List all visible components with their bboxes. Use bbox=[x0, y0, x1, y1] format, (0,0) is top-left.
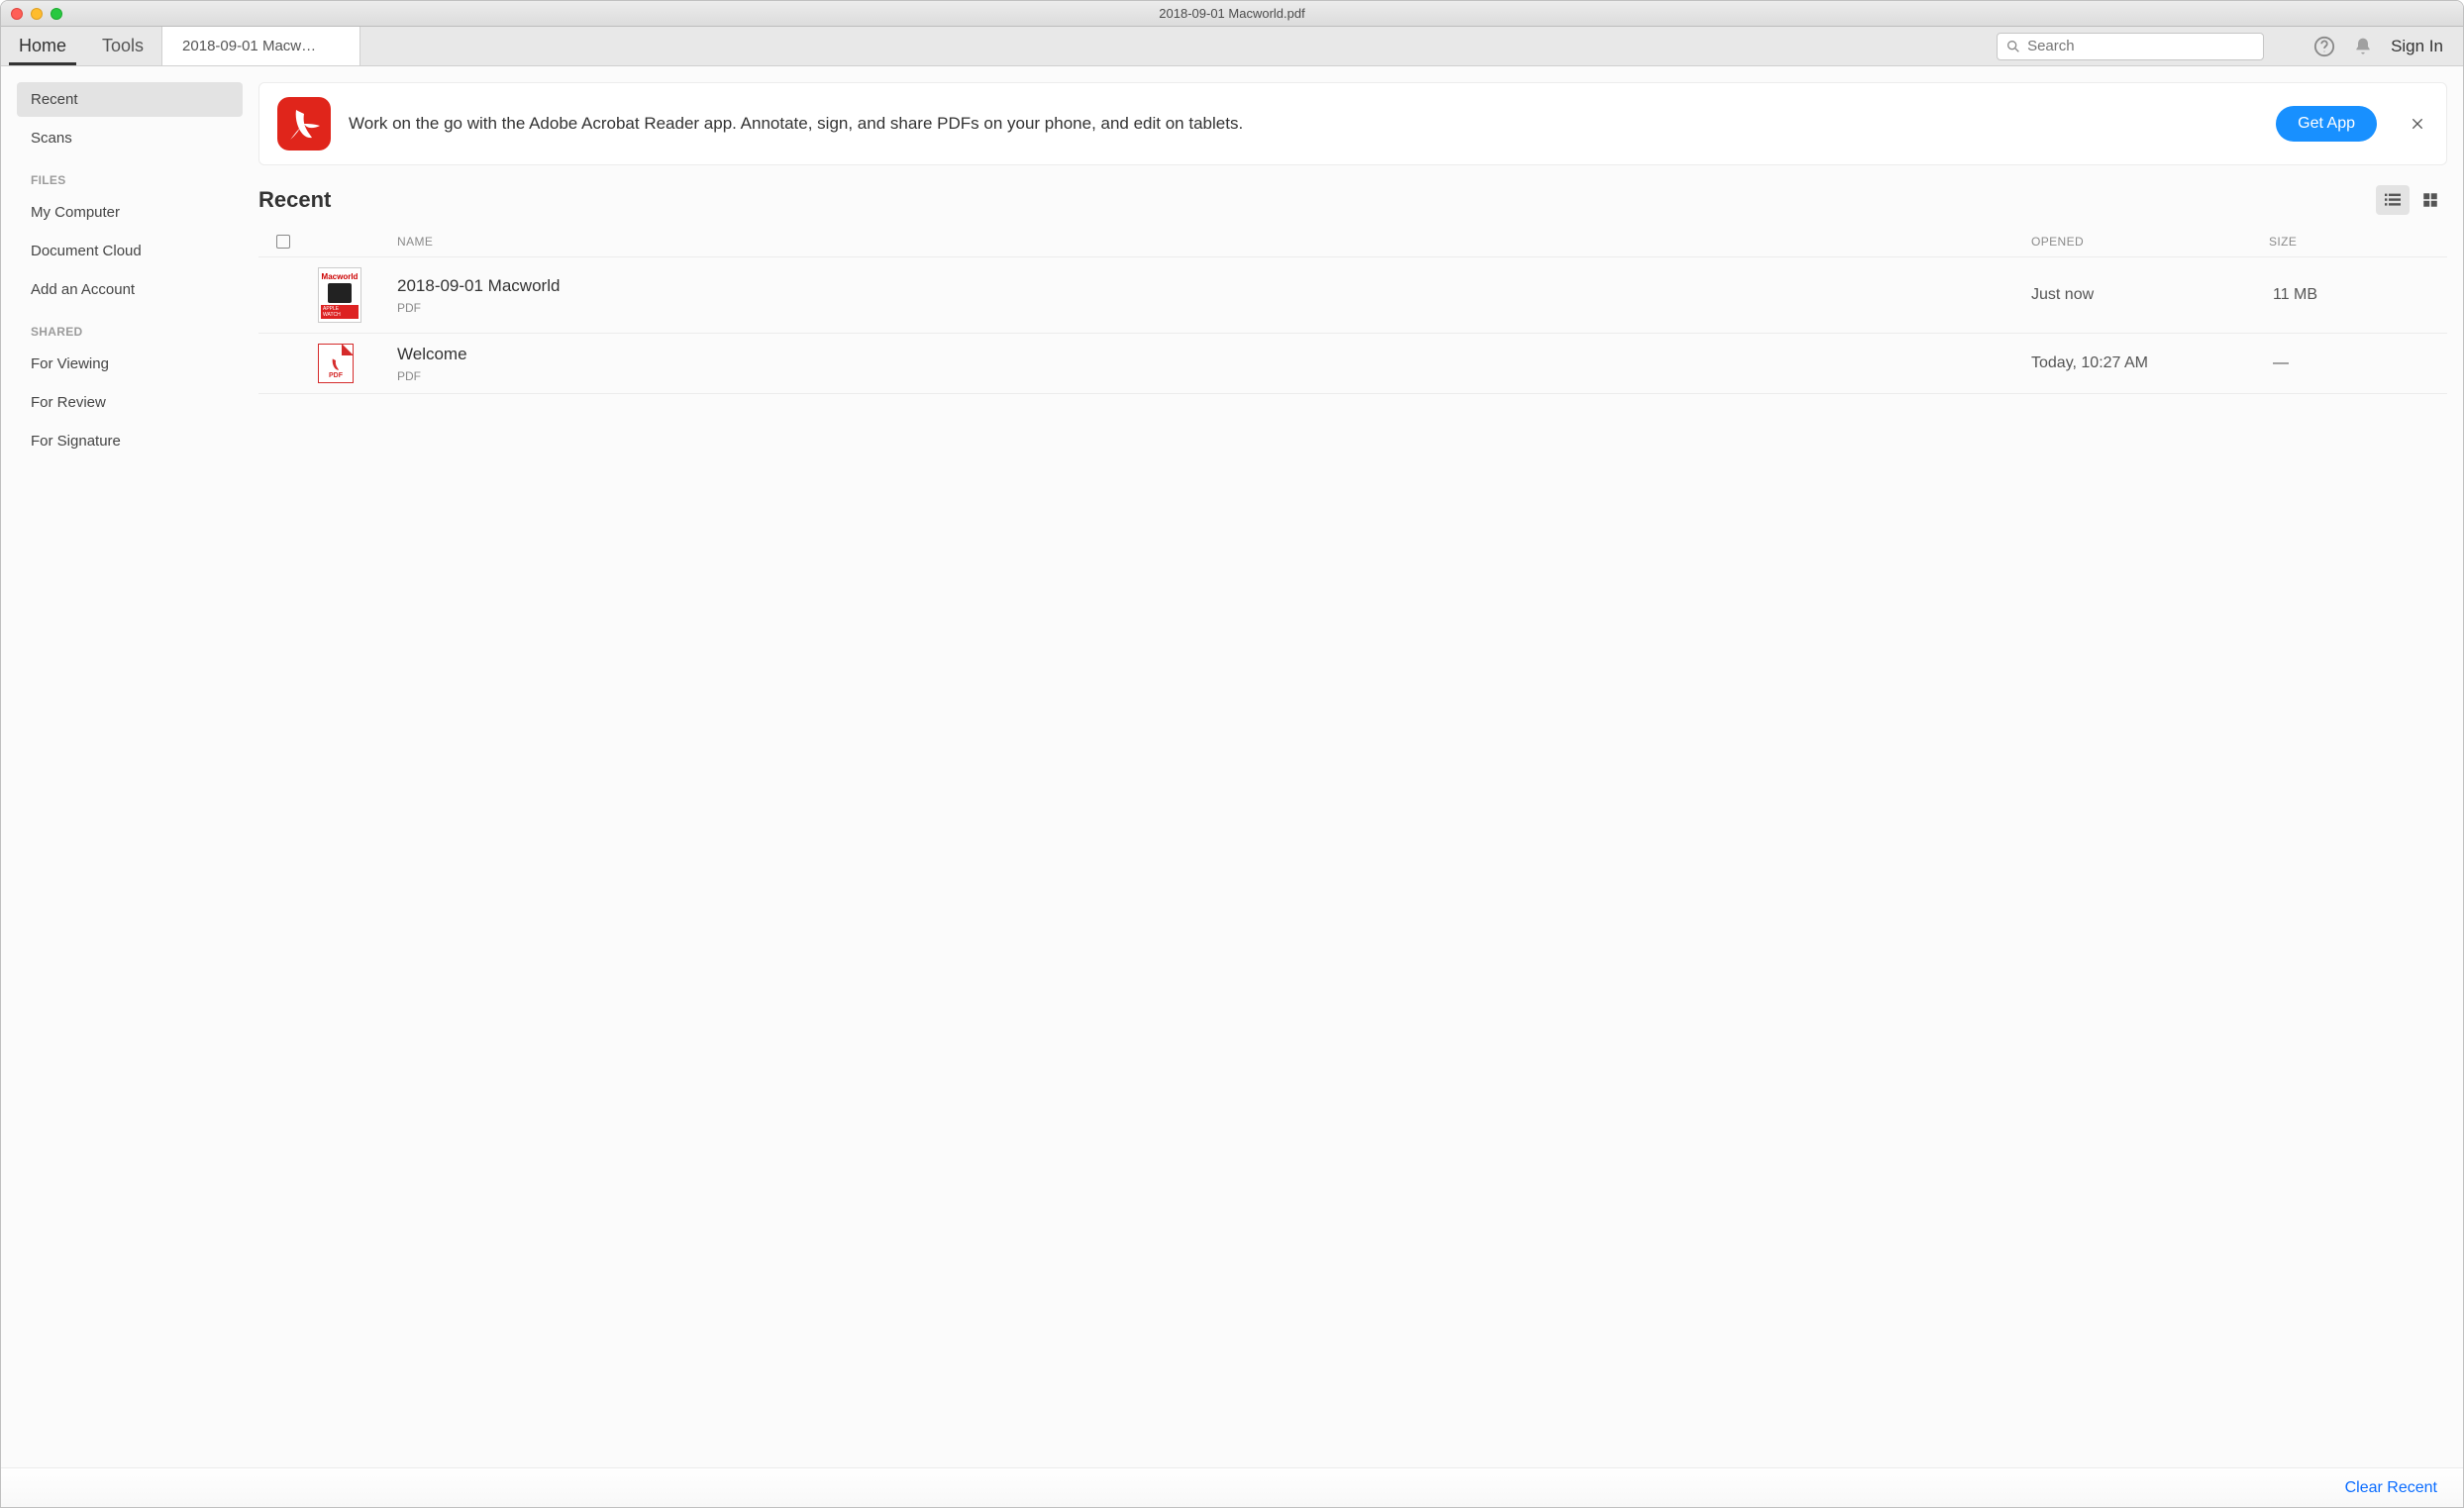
app-window: 2018-09-01 Macworld.pdf Home Tools 2018-… bbox=[0, 0, 2464, 1508]
file-size: — bbox=[2269, 354, 2447, 372]
traffic-lights bbox=[11, 8, 62, 20]
section-head: Recent bbox=[258, 185, 2447, 215]
tab-tools[interactable]: Tools bbox=[84, 27, 161, 65]
files-table: NAME OPENED SIZE Macworld APPLE WATCH bbox=[258, 227, 2447, 394]
grid-view-icon bbox=[2421, 191, 2439, 209]
sidebar-item-for-signature[interactable]: For Signature bbox=[17, 424, 243, 458]
banner-text: Work on the go with the Adobe Acrobat Re… bbox=[349, 113, 2258, 136]
promo-banner: Work on the go with the Adobe Acrobat Re… bbox=[258, 82, 2447, 165]
main-tabs: Home Tools bbox=[1, 27, 162, 65]
thumb-title: Macworld bbox=[322, 272, 359, 281]
sidebar-item-for-review[interactable]: For Review bbox=[17, 385, 243, 420]
list-view-button[interactable] bbox=[2376, 185, 2410, 215]
sidebar-header-files: FILES bbox=[17, 159, 243, 191]
banner-close-button[interactable] bbox=[2407, 113, 2428, 135]
document-tab[interactable]: 2018-09-01 Macw… bbox=[162, 27, 360, 65]
column-size[interactable]: SIZE bbox=[2269, 235, 2447, 249]
list-view-icon bbox=[2383, 192, 2403, 208]
sidebar-item-for-viewing[interactable]: For Viewing bbox=[17, 347, 243, 381]
file-thumbnail: Macworld APPLE WATCH bbox=[318, 267, 361, 323]
search-icon bbox=[2005, 39, 2021, 54]
sidebar-header-shared: SHARED bbox=[17, 311, 243, 343]
pdf-label: PDF bbox=[319, 372, 353, 379]
clear-recent-link[interactable]: Clear Recent bbox=[2345, 1479, 2437, 1497]
file-opened: Today, 10:27 AM bbox=[2031, 354, 2269, 372]
search-box[interactable] bbox=[1997, 33, 2264, 60]
file-name: 2018-09-01 Macworld bbox=[397, 275, 2031, 297]
topbar-icons: Sign In bbox=[2274, 27, 2463, 65]
thumb-subtitle: APPLE WATCH bbox=[321, 305, 359, 319]
view-toggle bbox=[2376, 185, 2447, 215]
file-type: PDF bbox=[397, 369, 2031, 383]
footer: Clear Recent bbox=[1, 1467, 2463, 1507]
maximize-window-button[interactable] bbox=[51, 8, 62, 20]
sidebar-item-scans[interactable]: Scans bbox=[17, 121, 243, 155]
search-wrap bbox=[1987, 27, 2274, 65]
table-row[interactable]: PDF Welcome PDF Today, 10:27 AM — bbox=[258, 334, 2447, 394]
topbar: Home Tools 2018-09-01 Macw… bbox=[1, 27, 2463, 66]
minimize-window-button[interactable] bbox=[31, 8, 43, 20]
tab-home[interactable]: Home bbox=[1, 27, 84, 65]
document-tab-label: 2018-09-01 Macw… bbox=[182, 38, 316, 54]
acrobat-logo-icon bbox=[277, 97, 331, 151]
table-header: NAME OPENED SIZE bbox=[258, 227, 2447, 257]
main-content: Work on the go with the Adobe Acrobat Re… bbox=[258, 66, 2463, 1467]
help-icon[interactable] bbox=[2313, 36, 2335, 57]
titlebar: 2018-09-01 Macworld.pdf bbox=[1, 1, 2463, 27]
section-title: Recent bbox=[258, 187, 331, 213]
notification-bell-icon[interactable] bbox=[2353, 37, 2373, 56]
file-thumbnail: PDF bbox=[318, 344, 354, 383]
sign-in-link[interactable]: Sign In bbox=[2391, 37, 2443, 56]
sidebar-item-add-account[interactable]: Add an Account bbox=[17, 272, 243, 307]
close-icon bbox=[2410, 116, 2425, 132]
sidebar-item-recent[interactable]: Recent bbox=[17, 82, 243, 117]
file-name: Welcome bbox=[397, 344, 2031, 365]
file-opened: Just now bbox=[2031, 286, 2269, 304]
sidebar-item-document-cloud[interactable]: Document Cloud bbox=[17, 234, 243, 268]
file-size: 11 MB bbox=[2269, 286, 2447, 304]
column-opened[interactable]: OPENED bbox=[2031, 235, 2269, 249]
select-all-checkbox[interactable] bbox=[276, 235, 290, 249]
table-row[interactable]: Macworld APPLE WATCH 2018-09-01 Macworld… bbox=[258, 257, 2447, 334]
column-name[interactable]: NAME bbox=[397, 235, 2031, 249]
body: Recent Scans FILES My Computer Document … bbox=[1, 66, 2463, 1467]
get-app-button[interactable]: Get App bbox=[2276, 106, 2377, 142]
sidebar: Recent Scans FILES My Computer Document … bbox=[1, 66, 258, 1467]
search-input[interactable] bbox=[2027, 38, 2255, 54]
sidebar-item-my-computer[interactable]: My Computer bbox=[17, 195, 243, 230]
window-title: 2018-09-01 Macworld.pdf bbox=[1, 6, 2463, 21]
close-window-button[interactable] bbox=[11, 8, 23, 20]
grid-view-button[interactable] bbox=[2413, 185, 2447, 215]
file-type: PDF bbox=[397, 301, 2031, 315]
